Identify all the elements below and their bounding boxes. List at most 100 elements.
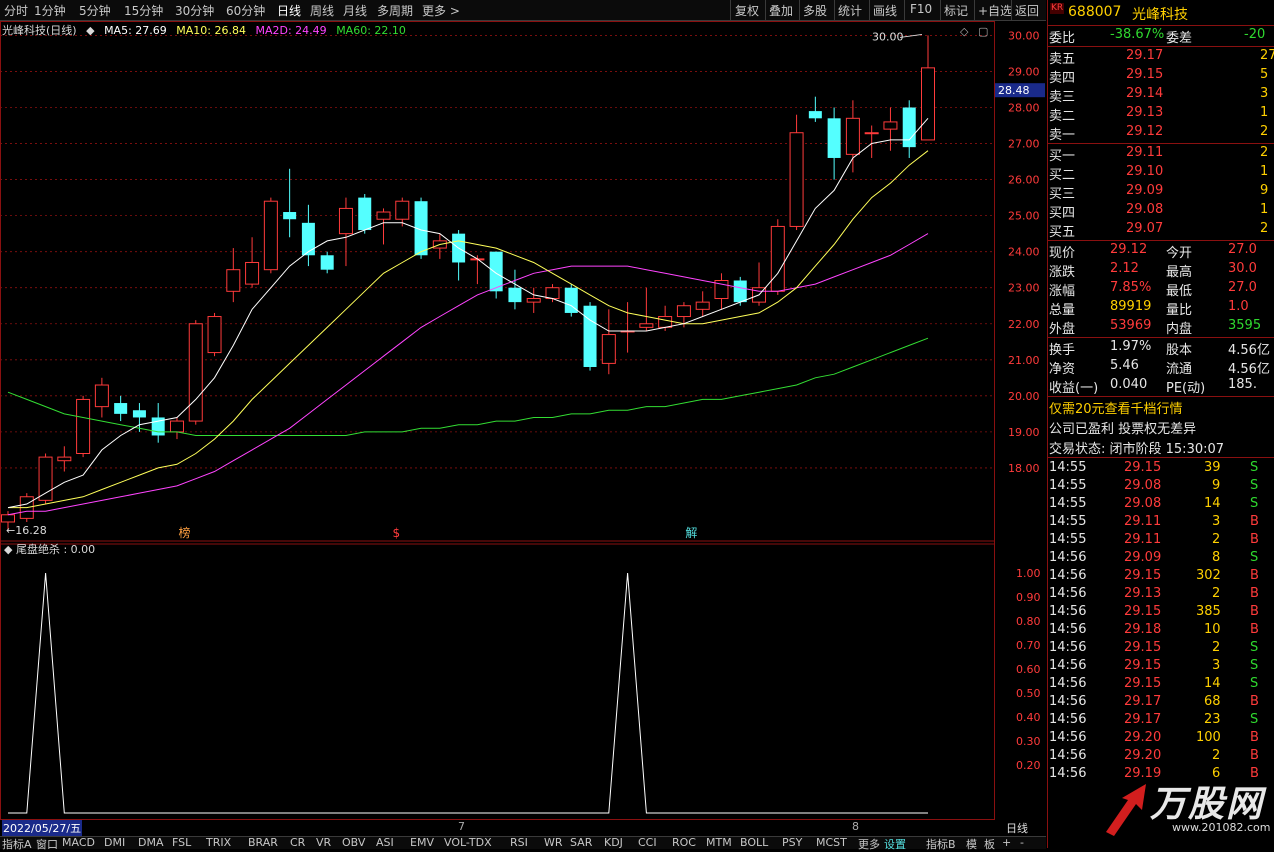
tab-30min[interactable]: 30分钟 (175, 2, 214, 19)
fin-value: 1.97% (1110, 339, 1152, 354)
y-tick-label: 23.00 (1008, 282, 1040, 295)
indicator-tab[interactable]: FSL (172, 836, 191, 849)
bid-row: 买五 29.07 2 (1048, 221, 1274, 240)
indicator-tab[interactable]: WR (544, 836, 563, 849)
tick-time: 14:56 (1049, 748, 1087, 763)
indicator-tab[interactable]: TRIX (206, 836, 231, 849)
tick-row: 14:56 29.15 302 B (1048, 568, 1274, 586)
stat-label: 现价 (1049, 246, 1076, 261)
indicator-b-tab[interactable]: 模 (966, 836, 977, 852)
indicator-tab[interactable]: VR (316, 836, 331, 849)
f10-button[interactable]: F10 (910, 2, 932, 16)
candle-body-up (1, 514, 15, 523)
stat-value: 2.12 (1110, 261, 1139, 276)
tab-more[interactable]: 更多 > (422, 2, 460, 19)
y-tick-label: 18.00 (1008, 462, 1040, 475)
indicator-tab[interactable]: MCST (816, 836, 847, 849)
indicator-tab[interactable]: MTM (706, 836, 732, 849)
indicator-tab[interactable]: BOLL (740, 836, 768, 849)
indicator-tabs: 指标A 窗口 MACD DMI DMA FSL TRIX BRAR CR VR OBV ASI EMV V… (0, 836, 1046, 852)
indicator-tab[interactable]: DMI (104, 836, 125, 849)
indicator-tab[interactable]: OBV (342, 836, 365, 849)
candle-body-down (808, 111, 822, 119)
bid-row: 买三 29.09 9 (1048, 183, 1274, 202)
tick-price: 29.08 (1124, 478, 1162, 493)
tab-1min[interactable]: 1分钟 (34, 2, 66, 19)
stat-label: 涨跌 (1049, 265, 1076, 280)
stock-name: 光峰科技 (1132, 7, 1188, 23)
indicator-tab[interactable]: MACD (62, 836, 95, 849)
indicator-tab[interactable]: CR (290, 836, 305, 849)
indicator-tab[interactable]: DMA (138, 836, 164, 849)
tab-daily[interactable]: 日线 (277, 2, 301, 19)
add-favorite-button[interactable]: +自选 (978, 2, 1012, 19)
indicator-b-tab[interactable]: 指标B (926, 836, 956, 852)
ask-price: 29.17 (1126, 48, 1164, 63)
indicator-tab[interactable]: 设置 (884, 836, 906, 852)
back-button[interactable]: 返回 (1015, 2, 1039, 19)
fin-value: 0.040 (1110, 377, 1148, 392)
indicator-tab[interactable]: BRAR (248, 836, 278, 849)
bid-label: 买四 (1049, 206, 1076, 221)
tick-time: 14:56 (1049, 712, 1087, 727)
indicator-b-tab[interactable]: 板 (984, 836, 995, 852)
tick-time: 14:56 (1049, 604, 1087, 619)
tick-side: B (1250, 622, 1259, 637)
stat-value: 89919 (1110, 299, 1152, 314)
tick-price: 29.13 (1124, 586, 1162, 601)
indicator-tab[interactable]: EMV (410, 836, 434, 849)
candle-body-up (864, 132, 879, 135)
y-tick-label: 22.00 (1008, 318, 1040, 331)
fin-label: 换手 (1049, 343, 1076, 358)
indicator-tab[interactable]: 窗口 (36, 836, 58, 852)
tick-volume: 3 (1212, 514, 1221, 529)
tick-row: 14:56 29.15 385 B (1048, 604, 1274, 622)
indicator-tab[interactable]: RSI (510, 836, 528, 849)
trade-state: 交易状态: 闭市阶段 15:30:07 (1049, 442, 1225, 457)
tick-volume: 2 (1212, 532, 1221, 547)
indicator-name: ◆ 尾盘绝杀 : 0.00 (4, 542, 95, 556)
tick-volume: 9 (1212, 478, 1221, 493)
tab-60min[interactable]: 60分钟 (226, 2, 265, 19)
tab-weekly[interactable]: 周线 (310, 2, 334, 19)
tick-time: 14:56 (1049, 658, 1087, 673)
indicator-b-tab[interactable]: - (1020, 836, 1024, 849)
tick-row: 14:55 29.11 2 B (1048, 532, 1274, 550)
tab-5min[interactable]: 5分钟 (79, 2, 111, 19)
indicator-b-tab[interactable]: + (1002, 836, 1011, 849)
mark-button[interactable]: 标记 (944, 2, 968, 19)
indicator-tab[interactable]: 指标A (2, 836, 32, 852)
tab-15min[interactable]: 15分钟 (124, 2, 163, 19)
fuquan-button[interactable]: 复权 (735, 2, 759, 19)
level2-promo-link[interactable]: 仅需20元查看千档行情 (1049, 398, 1183, 417)
tick-price: 29.11 (1124, 532, 1162, 547)
tick-side: B (1250, 730, 1259, 745)
indicator-tab[interactable]: KDJ (604, 836, 623, 849)
indicator-tab[interactable]: CCI (638, 836, 657, 849)
kline-chart[interactable]: 30.00 29.00 28.00 27.00 26.00 25.00 24.00 23.00… (0, 21, 1046, 820)
stats-button[interactable]: 统计 (838, 2, 862, 19)
y-tick-label: 27.00 (1008, 138, 1040, 151)
month-label-8: 8 (852, 820, 859, 833)
indicator-tab[interactable]: VOL-TDX (444, 836, 492, 849)
candle-body-down (583, 305, 597, 367)
tab-fenshi[interactable]: 分时 (4, 2, 28, 19)
stat-value: 53969 (1110, 318, 1152, 333)
candle-body-down (902, 107, 916, 148)
tick-volume: 39 (1204, 460, 1221, 475)
overlay-button[interactable]: 叠加 (769, 2, 793, 19)
tab-monthly[interactable]: 月线 (343, 2, 367, 19)
indicator-tab[interactable]: SAR (570, 836, 592, 849)
indicator-tab[interactable]: ASI (376, 836, 394, 849)
ask-label: 卖四 (1049, 71, 1076, 86)
tick-time: 14:55 (1049, 460, 1087, 475)
indicator-tab[interactable]: 更多 (858, 836, 880, 852)
tab-multi-period[interactable]: 多周期 (377, 2, 413, 19)
multi-stock-button[interactable]: 多股 (803, 2, 827, 19)
indicator-tab[interactable]: PSY (782, 836, 802, 849)
indicator-tab[interactable]: ROC (672, 836, 696, 849)
tick-side: B (1250, 694, 1259, 709)
ask-row: 卖三 29.14 3 (1048, 86, 1274, 105)
stat-value: 27.0 (1228, 280, 1257, 295)
draw-line-button[interactable]: 画线 (873, 2, 897, 19)
